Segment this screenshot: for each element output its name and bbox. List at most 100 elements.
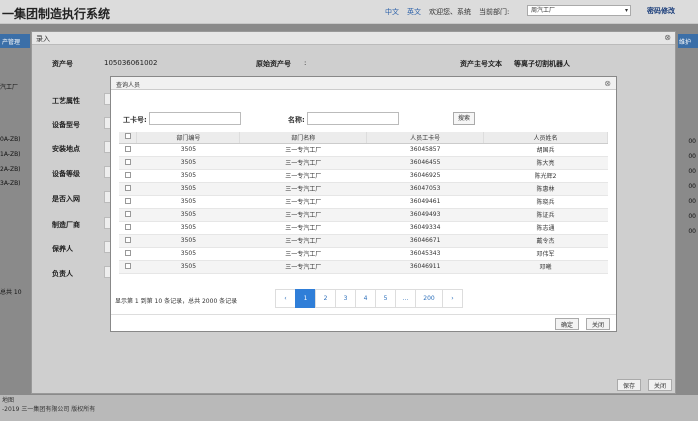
- bg-side-text: 3A-ZB): [0, 180, 21, 187]
- select-all-cell[interactable]: [119, 132, 138, 144]
- person-name-cell: 邓伟军: [483, 247, 608, 261]
- pagination: ‹ 1 2 3 4 5 ... 200 ›: [275, 289, 463, 308]
- table-row[interactable]: 3505 三一专汽工厂 36049493 陈证兵: [119, 208, 608, 222]
- dept-no-cell: 3505: [136, 208, 240, 222]
- checkbox[interactable]: [124, 171, 131, 178]
- dept-name-cell: 三一专汽工厂: [239, 169, 367, 183]
- dept-no-cell: 3505: [136, 169, 240, 183]
- bg-right-text: 00: [688, 153, 696, 160]
- orig-asset-label: 原始资产号: [256, 60, 291, 68]
- bg-right-text: 00: [688, 183, 696, 190]
- change-password-link[interactable]: 密码修改: [647, 6, 675, 16]
- app-title: 一集团制造执行系统: [2, 7, 111, 21]
- page-button-4[interactable]: 4: [355, 289, 376, 308]
- search-dialog-title: 查询人员: [111, 77, 616, 90]
- dept-no-cell: 3505: [136, 260, 240, 274]
- save-button[interactable]: 保存: [617, 379, 642, 391]
- bg-side-text: 汽工厂: [0, 84, 19, 91]
- page-footer: 地图 -2019 三一集团有限公司 版权所有: [0, 395, 698, 421]
- entry-dialog-title: 录入: [32, 32, 675, 45]
- checkbox[interactable]: [124, 184, 131, 191]
- column-header: 人员工卡号: [366, 132, 485, 144]
- dept-no-cell: 3505: [136, 234, 240, 248]
- close-icon[interactable]: ⊗: [664, 33, 671, 42]
- card-no-input[interactable]: [149, 112, 241, 125]
- table-row[interactable]: 3505 三一专汽工厂 36045857 胡国兵: [119, 143, 608, 157]
- card-no-cell: 36046911: [366, 260, 484, 274]
- person-name-cell: 陈惠林: [483, 182, 608, 196]
- table-row[interactable]: 3505 三一专汽工厂 36045343 邓伟军: [119, 247, 608, 261]
- table-row[interactable]: 3505 三一专汽工厂 36046925 陈光辉2: [119, 169, 608, 183]
- card-no-label: 工卡号:: [123, 116, 147, 124]
- person-name-cell: 陈大亮: [483, 156, 608, 170]
- page-button-200[interactable]: 200: [415, 289, 443, 308]
- bg-right-text: 00: [688, 228, 696, 235]
- table-row[interactable]: 3505 三一专汽工厂 36047053 陈惠林: [119, 182, 608, 196]
- search-button[interactable]: 搜索: [453, 112, 475, 125]
- field-label: 制造厂商: [52, 221, 80, 229]
- dept-name-cell: 三一专汽工厂: [239, 221, 367, 235]
- prev-page-button[interactable]: ‹: [275, 289, 296, 308]
- bg-right-text: 00: [688, 198, 696, 205]
- person-name-cell: 陈光辉2: [483, 169, 608, 183]
- orig-asset-value: :: [304, 59, 307, 67]
- bg-right-text: 00: [688, 138, 696, 145]
- person-table: 部门编号 部门名称 人员工卡号 人员姓名 3505 三一专汽工厂 36045857 胡…: [119, 132, 608, 274]
- dept-name-cell: 三一专汽工厂: [239, 260, 367, 274]
- asset-no-value: 105036061002: [104, 59, 158, 67]
- checkbox[interactable]: [124, 158, 131, 165]
- person-name-cell: 陈晓兵: [483, 195, 608, 209]
- table-row[interactable]: 3505 三一专汽工厂 36046455 陈大亮: [119, 156, 608, 170]
- column-header: 人员姓名: [483, 132, 608, 144]
- search-person-dialog: 查询人员 ⊗ 工卡号: 名称: 搜索 部门编号 部门名称 人员工卡号 人员姓名 …: [110, 76, 617, 332]
- person-name-cell: 陈志通: [483, 221, 608, 235]
- dept-name-cell: 三一专汽工厂: [239, 182, 367, 196]
- dept-name-cell: 三一专汽工厂: [239, 234, 367, 248]
- lang-en-link[interactable]: 英文: [407, 7, 421, 17]
- table-row[interactable]: 3505 三一专汽工厂 36049334 陈志通: [119, 221, 608, 235]
- bg-right-text: 00: [688, 168, 696, 175]
- page-button-3[interactable]: 3: [335, 289, 356, 308]
- person-name-cell: 陈证兵: [483, 208, 608, 222]
- field-label: 保养人: [52, 245, 73, 253]
- dept-name-cell: 三一专汽工厂: [239, 208, 367, 222]
- dept-name-cell: 三一专汽工厂: [239, 195, 367, 209]
- checkbox[interactable]: [124, 197, 131, 204]
- close-button[interactable]: 关闭: [648, 379, 673, 391]
- checkbox[interactable]: [124, 236, 131, 243]
- table-row[interactable]: 3505 三一专汽工厂 36049461 陈晓兵: [119, 195, 608, 209]
- card-no-cell: 36046671: [366, 234, 484, 248]
- bg-side-text: 总共 10: [0, 289, 22, 296]
- person-name-cell: 戴令杰: [483, 234, 608, 248]
- lang-zh-link[interactable]: 中文: [385, 7, 399, 17]
- table-row[interactable]: 3505 三一专汽工厂 36046671 戴令杰: [119, 234, 608, 248]
- checkbox[interactable]: [124, 262, 131, 269]
- table-row[interactable]: 3505 三一专汽工厂 36046911 邓曦: [119, 260, 608, 274]
- dept-no-cell: 3505: [136, 221, 240, 235]
- next-page-button[interactable]: ›: [442, 289, 463, 308]
- name-label: 名称:: [288, 116, 305, 124]
- checkbox[interactable]: [124, 133, 131, 140]
- checkbox[interactable]: [124, 145, 131, 152]
- page-button-1[interactable]: 1: [295, 289, 316, 308]
- card-no-cell: 36047053: [366, 182, 484, 196]
- column-header: 部门编号: [136, 132, 241, 144]
- page-button-5[interactable]: 5: [375, 289, 396, 308]
- name-input[interactable]: [307, 112, 399, 125]
- confirm-button[interactable]: 确定: [555, 318, 580, 330]
- nav-tab-production[interactable]: 产管理: [0, 34, 30, 48]
- bg-side-text: 1A-ZB): [0, 151, 21, 158]
- checkbox[interactable]: [124, 210, 131, 217]
- page-button-2[interactable]: 2: [315, 289, 336, 308]
- checkbox[interactable]: [124, 223, 131, 230]
- close-icon[interactable]: ⊗: [604, 79, 611, 88]
- dept-select[interactable]: 周汽工厂 ▾: [527, 5, 631, 16]
- card-no-cell: 36049493: [366, 208, 484, 222]
- dept-no-cell: 3505: [136, 143, 240, 157]
- checkbox[interactable]: [124, 249, 131, 256]
- person-name-cell: 邓曦: [483, 260, 608, 274]
- nav-tab-right[interactable]: 维护: [678, 34, 698, 48]
- card-no-cell: 36046455: [366, 156, 484, 170]
- field-label: 设备等级: [52, 170, 80, 178]
- close-button[interactable]: 关闭: [586, 318, 611, 330]
